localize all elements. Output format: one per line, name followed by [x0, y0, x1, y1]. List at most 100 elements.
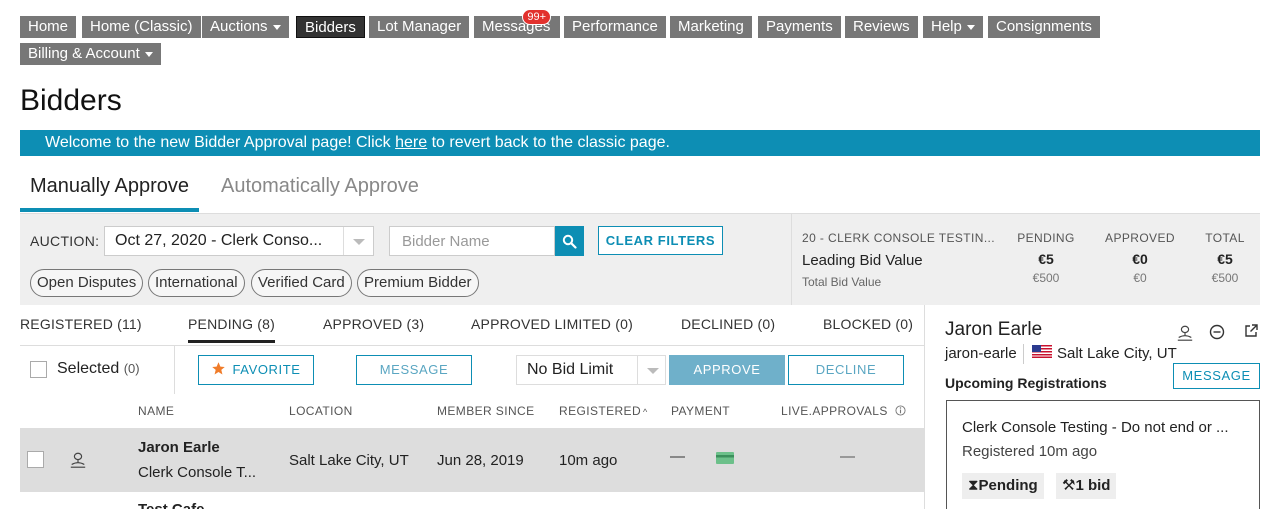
- stat-pending-sub: €500: [1032, 271, 1060, 285]
- bid-limit-select[interactable]: No Bid Limit: [516, 355, 666, 385]
- stat-approved-head: APPROVED: [1105, 231, 1175, 245]
- stat-total-sub: €500: [1211, 271, 1239, 285]
- tab-approved-limited[interactable]: APPROVED LIMITED (0): [471, 316, 633, 332]
- nav-lot-manager[interactable]: Lot Manager: [369, 16, 470, 38]
- tab-declined[interactable]: DECLINED (0): [681, 316, 775, 332]
- bidder-location: Salt Lake City, UT: [289, 452, 409, 469]
- chevron-down-icon: [343, 227, 373, 255]
- tab-blocked[interactable]: BLOCKED (0): [823, 316, 913, 332]
- info-banner: Welcome to the new Bidder Approval page!…: [20, 130, 1260, 156]
- search-button[interactable]: [555, 226, 584, 256]
- bidder-auction: Clerk Console T...: [138, 464, 257, 481]
- bidder-member-since: Jun 28, 2019: [437, 452, 524, 469]
- status-badge-label: Pending: [978, 477, 1038, 494]
- tab-blocked-label: BLOCKED: [823, 316, 892, 332]
- col-registered[interactable]: REGISTERED ^: [559, 404, 648, 418]
- payment-status: —: [670, 448, 685, 465]
- us-flag-icon: [1032, 345, 1052, 358]
- selected-label: Selected (0): [57, 360, 140, 378]
- nav-reviews[interactable]: Reviews: [845, 16, 918, 38]
- nav-consignments[interactable]: Consignments: [988, 16, 1100, 38]
- tab-approved[interactable]: APPROVED (3): [323, 316, 424, 332]
- auction-select[interactable]: Oct 27, 2020 - Clerk Conso...: [104, 226, 374, 256]
- nav-auctions[interactable]: Auctions: [202, 16, 289, 38]
- revert-link[interactable]: here: [395, 134, 427, 151]
- auction-label: AUCTION:: [30, 233, 100, 249]
- approve-button[interactable]: APPROVE: [669, 355, 785, 385]
- caret-down-icon: [144, 51, 153, 57]
- tab-automatically-approve[interactable]: Automatically Approve: [211, 171, 429, 201]
- nav-help[interactable]: Help: [923, 16, 983, 38]
- tab-registered[interactable]: REGISTERED (11): [20, 316, 142, 332]
- nav-messages[interactable]: Messages 99+: [474, 9, 560, 38]
- nav-home-classic[interactable]: Home (Classic): [82, 16, 201, 38]
- nav-payments[interactable]: Payments: [758, 16, 841, 38]
- info-icon[interactable]: [894, 405, 906, 416]
- clear-filters-button[interactable]: CLEAR FILTERS: [598, 226, 723, 255]
- detail-message-button[interactable]: MESSAGE: [1173, 363, 1260, 389]
- nav-reviews-label: Reviews: [853, 18, 910, 35]
- nav-bidders[interactable]: Bidders: [296, 16, 365, 38]
- detail-bidder-handle: jaron-earle: [945, 345, 1017, 362]
- registration-card[interactable]: Clerk Console Testing - Do not end or ..…: [946, 400, 1260, 509]
- nav-home-classic-label: Home (Classic): [90, 18, 193, 35]
- select-all-checkbox[interactable]: [30, 361, 47, 378]
- block-icon[interactable]: [1209, 324, 1225, 340]
- nav-lot-manager-label: Lot Manager: [377, 18, 462, 35]
- tab-registered-label: REGISTERED: [20, 316, 114, 332]
- bidder-paddle-icon[interactable]: [1176, 324, 1194, 342]
- auction-select-value: Oct 27, 2020 - Clerk Conso...: [115, 232, 323, 249]
- detail-bidder-location: Salt Lake City, UT: [1057, 345, 1177, 362]
- nav-marketing[interactable]: Marketing: [670, 16, 752, 38]
- nav-billing[interactable]: Billing & Account: [20, 43, 161, 65]
- nav-marketing-label: Marketing: [678, 18, 744, 35]
- credit-card-icon: [716, 452, 734, 464]
- tab-registered-count: (11): [117, 316, 142, 332]
- nav-home[interactable]: Home: [20, 16, 77, 38]
- registration-auction-title: Clerk Console Testing - Do not end or ..…: [962, 419, 1229, 436]
- col-location: LOCATION: [289, 404, 353, 418]
- tab-manually-approve[interactable]: Manually Approve: [20, 171, 199, 212]
- bidder-paddle-icon: [70, 452, 86, 468]
- bidder-name[interactable]: Test Cafe: [138, 501, 204, 509]
- tab-approved-limited-label: APPROVED LIMITED: [471, 316, 612, 332]
- stats-auction-name: 20 - CLERK CONSOLE TESTIN...: [802, 231, 996, 245]
- tab-pending[interactable]: PENDING (8): [188, 316, 275, 343]
- pill-verified-card[interactable]: Verified Card: [251, 269, 352, 297]
- bidder-detail-panel: Jaron Earle jaron-earle Salt Lake City, …: [924, 305, 1280, 509]
- table-row[interactable]: Jaron Earle Clerk Console T... Salt Lake…: [20, 428, 925, 492]
- star-icon: [212, 362, 226, 375]
- col-live-approvals: LIVE.APPROVALS: [781, 404, 906, 418]
- pill-premium-bidder[interactable]: Premium Bidder: [357, 269, 479, 297]
- table-row[interactable]: Test Cafe: [20, 492, 925, 509]
- live-approvals-status: —: [840, 448, 855, 465]
- selected-text: Selected: [57, 360, 120, 377]
- bid-count-label: 1 bid: [1075, 477, 1111, 494]
- tab-approved-count: (3): [406, 316, 425, 332]
- nav-bidders-label: Bidders: [305, 19, 356, 36]
- status-tabs: REGISTERED (11) PENDING (8) APPROVED (3)…: [20, 306, 925, 346]
- bidder-name[interactable]: Jaron Earle: [138, 439, 220, 456]
- row-checkbox[interactable]: [27, 451, 44, 468]
- favorite-button[interactable]: FAVORITE: [198, 355, 314, 385]
- decline-button[interactable]: DECLINE: [788, 355, 904, 385]
- nav-consignments-label: Consignments: [996, 18, 1092, 35]
- external-link-icon[interactable]: [1243, 323, 1259, 339]
- selected-count: (0): [123, 361, 140, 376]
- message-button[interactable]: MESSAGE: [356, 355, 472, 385]
- stat-pending-value: €5: [1038, 251, 1054, 267]
- chevron-down-icon: [637, 356, 665, 384]
- bid-count-badge: ⚒1 bid: [1056, 473, 1117, 499]
- nav-performance[interactable]: Performance: [564, 16, 666, 38]
- tab-declined-count: (0): [757, 316, 776, 332]
- registration-time: Registered 10m ago: [962, 443, 1098, 460]
- bulk-actions-row: Selected (0) FAVORITE MESSAGE No Bid Lim…: [20, 346, 925, 394]
- bidder-name-input[interactable]: [389, 226, 555, 256]
- nav-help-label: Help: [931, 18, 962, 35]
- auction-stats: 20 - CLERK CONSOLE TESTIN... Leading Bid…: [791, 214, 1260, 305]
- nav-performance-label: Performance: [572, 18, 658, 35]
- pill-open-disputes[interactable]: Open Disputes: [30, 269, 144, 297]
- col-name: NAME: [138, 404, 175, 418]
- search-icon: [562, 234, 577, 249]
- pill-international[interactable]: International: [148, 269, 245, 297]
